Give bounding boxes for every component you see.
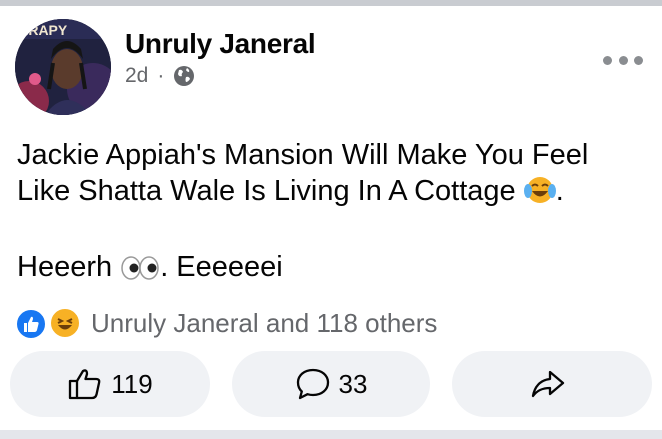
more-options-button[interactable] <box>603 50 643 70</box>
post-body: Jackie Appiah's Mansion Will Make You Fe… <box>17 137 647 285</box>
like-icon <box>15 308 47 340</box>
comment-button[interactable]: 33 <box>232 351 430 417</box>
author-name[interactable]: Unruly Janeral <box>125 28 316 60</box>
post-meta: 2d · <box>125 64 195 88</box>
share-button[interactable] <box>452 351 652 417</box>
separator-dot: · <box>157 64 165 87</box>
post-text-line: Jackie Appiah's Mansion Will Make You Fe… <box>17 139 589 171</box>
reaction-summary[interactable]: Unruly Janeral and 118 others <box>15 306 437 340</box>
more-dot-icon <box>603 55 612 65</box>
more-dot-icon <box>618 55 628 65</box>
comment-count: 33 <box>338 368 368 399</box>
like-button[interactable]: 119 <box>10 351 210 417</box>
comment-bubble-icon <box>296 368 329 400</box>
tears-of-joy-emoji <box>523 177 556 203</box>
post-text-line: Heeerh . Eeeeeei <box>17 251 283 283</box>
reaction-icons <box>15 306 87 340</box>
globe-icon <box>174 66 195 86</box>
thumbs-up-icon <box>69 369 101 400</box>
like-count: 119 <box>111 368 153 399</box>
haha-icon <box>49 307 81 339</box>
bottom-divider <box>0 430 662 439</box>
post-time[interactable]: 2d <box>125 64 148 88</box>
top-divider <box>0 0 662 6</box>
avatar-logo-text: ERAPY <box>19 22 68 38</box>
avatar-image: ERAPY <box>15 19 111 115</box>
share-icon <box>531 370 565 398</box>
post-text-line: Like Shatta Wale Is Living In A Cottage … <box>17 175 564 207</box>
reaction-summary-text: Unruly Janeral and 118 others <box>91 307 438 338</box>
avatar[interactable]: ERAPY <box>15 19 111 115</box>
eyes-emoji <box>121 256 159 280</box>
more-dot-icon <box>634 55 643 65</box>
